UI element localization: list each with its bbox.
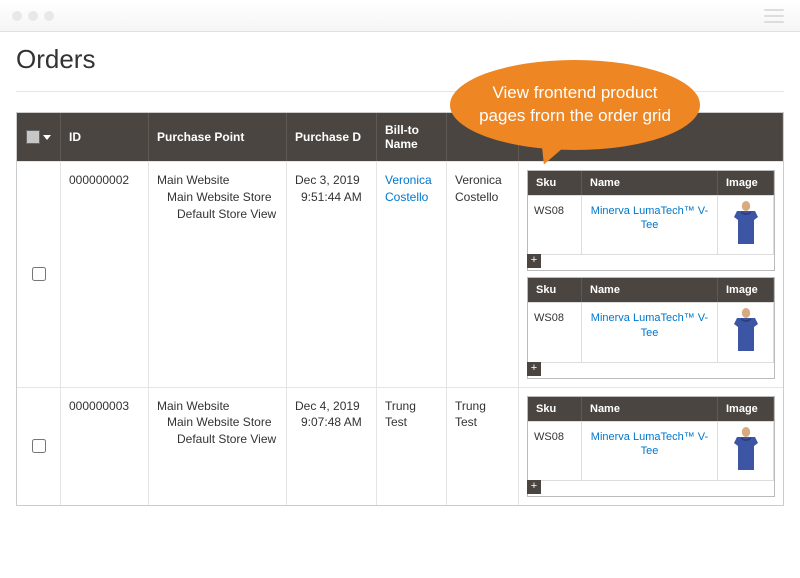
expand-button[interactable]: + bbox=[527, 254, 541, 268]
product-image-icon[interactable] bbox=[731, 426, 761, 472]
mini-header-name[interactable]: Name bbox=[582, 397, 718, 421]
mini-header-name[interactable]: Name bbox=[582, 278, 718, 302]
mini-header-name[interactable]: Name bbox=[582, 171, 718, 195]
mini-header-image[interactable]: Image bbox=[718, 171, 774, 195]
cell-bill-to: Veronica Costello bbox=[377, 161, 447, 387]
mini-plus-row: + bbox=[528, 362, 774, 378]
mini-cell-name: Minerva LumaTech™ V-Tee bbox=[582, 195, 718, 254]
window-dot-close[interactable] bbox=[12, 11, 22, 21]
cell-purchase-point: Main Website Main Website Store Default … bbox=[149, 161, 287, 387]
cell-purchase-point: Main Website Main Website Store Default … bbox=[149, 387, 287, 505]
header-purchase-date[interactable]: Purchase D bbox=[287, 113, 377, 161]
cell-ship-to: Veronica Costello bbox=[447, 161, 519, 387]
cell-products: Sku Name Image WS08 Minerva LumaTech™ V-… bbox=[519, 161, 783, 387]
row-checkbox[interactable] bbox=[32, 439, 46, 453]
cell-purchase-date: Dec 3, 2019 9:51:44 AM bbox=[287, 161, 377, 387]
cell-bill-to: Trung Test bbox=[377, 387, 447, 505]
header-id[interactable]: ID bbox=[61, 113, 149, 161]
pp-storeview: Default Store View bbox=[157, 206, 278, 223]
row-checkbox[interactable] bbox=[32, 267, 46, 281]
product-link[interactable]: Minerva LumaTech™ V-Tee bbox=[591, 312, 708, 338]
purchase-date: Dec 3, 2019 bbox=[295, 172, 368, 189]
pp-website: Main Website bbox=[157, 398, 278, 415]
callout-bubble: View frontend product pages frorn the or… bbox=[450, 60, 700, 150]
window-dot-max[interactable] bbox=[44, 11, 54, 21]
mini-cell-image bbox=[718, 421, 774, 480]
header-bill-to[interactable]: Bill-to Name bbox=[377, 113, 447, 161]
pp-storeview: Default Store View bbox=[157, 431, 278, 448]
expand-button[interactable]: + bbox=[527, 480, 541, 494]
pp-store: Main Website Store bbox=[157, 414, 278, 431]
mini-cell-name: Minerva LumaTech™ V-Tee bbox=[582, 421, 718, 480]
mini-header-sku[interactable]: Sku bbox=[528, 278, 582, 302]
pp-store: Main Website Store bbox=[157, 189, 278, 206]
row-checkbox-cell bbox=[17, 161, 61, 387]
cell-purchase-date: Dec 4, 2019 9:07:48 AM bbox=[287, 387, 377, 505]
header-purchase-point[interactable]: Purchase Point bbox=[149, 113, 287, 161]
mini-cell-image bbox=[718, 195, 774, 254]
product-image-icon[interactable] bbox=[731, 200, 761, 246]
browser-chrome bbox=[0, 0, 800, 32]
menu-icon[interactable] bbox=[764, 9, 784, 23]
cell-ship-to: Trung Test bbox=[447, 387, 519, 505]
product-link[interactable]: Minerva LumaTech™ V-Tee bbox=[591, 431, 708, 457]
select-all-dropdown-icon[interactable] bbox=[43, 135, 51, 140]
product-mini-grid: Sku Name Image WS08 Minerva LumaTech™ V-… bbox=[527, 396, 775, 497]
product-mini-grid: Sku Name Image WS08 Minerva LumaTech™ V-… bbox=[527, 170, 775, 271]
mini-cell-name: Minerva LumaTech™ V-Tee bbox=[582, 302, 718, 361]
orders-grid: ID Purchase Point Purchase D Bill-to Nam… bbox=[16, 112, 784, 506]
mini-header-sku[interactable]: Sku bbox=[528, 171, 582, 195]
product-image-icon[interactable] bbox=[731, 307, 761, 353]
mini-plus-row: + bbox=[528, 480, 774, 496]
mini-cell-sku: WS08 bbox=[528, 302, 582, 361]
mini-cell-image bbox=[718, 302, 774, 361]
select-all-checkbox[interactable] bbox=[26, 130, 40, 144]
product-mini-grid: Sku Name Image WS08 Minerva LumaTech™ V-… bbox=[527, 277, 775, 378]
expand-button[interactable]: + bbox=[527, 362, 541, 376]
cell-id: 000000003 bbox=[61, 387, 149, 505]
bill-to-link[interactable]: Veronica Costello bbox=[385, 173, 432, 204]
pp-website: Main Website bbox=[157, 172, 278, 189]
page-title: Orders bbox=[16, 44, 784, 75]
header-checkbox[interactable] bbox=[17, 113, 61, 161]
cell-products: Sku Name Image WS08 Minerva LumaTech™ V-… bbox=[519, 387, 783, 505]
mini-header-sku[interactable]: Sku bbox=[528, 397, 582, 421]
mini-header-image[interactable]: Image bbox=[718, 397, 774, 421]
window-controls bbox=[12, 11, 54, 21]
row-checkbox-cell bbox=[17, 387, 61, 505]
purchase-time: 9:51:44 AM bbox=[295, 189, 368, 206]
cell-id: 000000002 bbox=[61, 161, 149, 387]
mini-header-image[interactable]: Image bbox=[718, 278, 774, 302]
window-dot-min[interactable] bbox=[28, 11, 38, 21]
mini-cell-sku: WS08 bbox=[528, 195, 582, 254]
purchase-date: Dec 4, 2019 bbox=[295, 398, 368, 415]
callout-text: View frontend product pages frorn the or… bbox=[479, 83, 671, 125]
product-link[interactable]: Minerva LumaTech™ V-Tee bbox=[591, 205, 708, 231]
mini-cell-sku: WS08 bbox=[528, 421, 582, 480]
purchase-time: 9:07:48 AM bbox=[295, 414, 368, 431]
mini-plus-row: + bbox=[528, 254, 774, 270]
